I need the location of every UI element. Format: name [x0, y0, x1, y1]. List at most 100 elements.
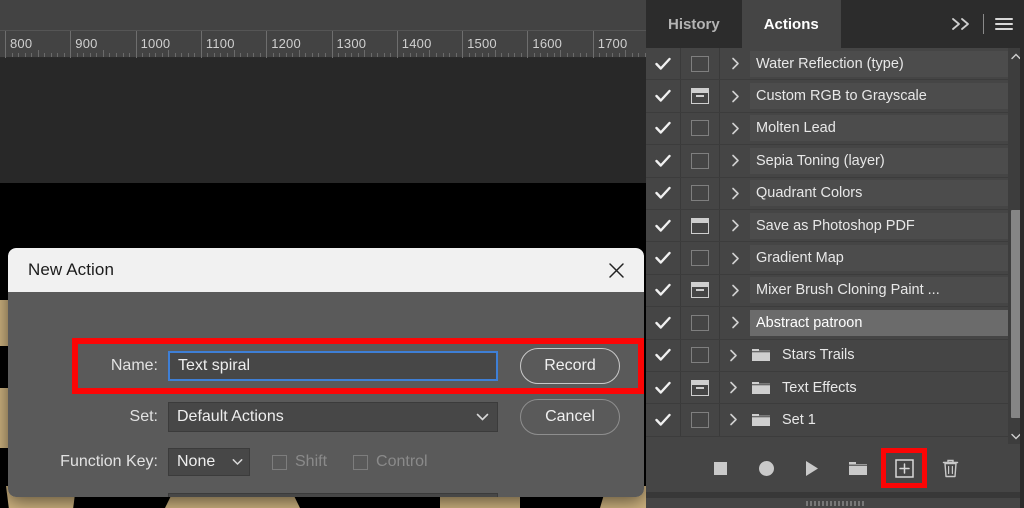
ruler-minor-tick: [520, 53, 522, 57]
action-dialog-toggle[interactable]: [680, 145, 720, 177]
new-set-button[interactable]: [835, 448, 881, 488]
expand-chevrons-icon[interactable]: [951, 17, 973, 31]
action-dialog-toggle[interactable]: [680, 242, 720, 274]
record-button[interactable]: Record: [520, 348, 620, 384]
control-checkbox[interactable]: [353, 454, 369, 470]
action-enable-checkbox[interactable]: [646, 219, 680, 233]
expand-chevron-icon[interactable]: [720, 413, 746, 426]
action-row[interactable]: Sepia Toning (layer): [646, 145, 1024, 178]
expand-chevron-icon[interactable]: [720, 57, 750, 70]
action-row-label: Stars Trails: [782, 347, 855, 364]
stop-button[interactable]: [697, 448, 743, 488]
action-enable-checkbox[interactable]: [646, 251, 680, 265]
ruler-minor-tick: [631, 53, 633, 57]
ruler-minor-tick: [31, 53, 33, 57]
ruler-minor-tick: [351, 53, 353, 57]
tab-history[interactable]: History: [646, 0, 742, 48]
action-dialog-toggle[interactable]: [680, 371, 720, 404]
function-key-select[interactable]: None: [168, 448, 250, 476]
action-enable-checkbox[interactable]: [646, 121, 680, 135]
cancel-button[interactable]: Cancel: [520, 399, 620, 435]
actions-list[interactable]: Water Reflection (type) Custom RGB to Gra…: [646, 48, 1024, 444]
ruler-minor-tick: [116, 53, 117, 57]
ruler-minor-tick: [187, 53, 189, 57]
dialog-body: Name: Record Set: Default Actions: [8, 292, 644, 497]
expand-chevron-icon[interactable]: [720, 122, 750, 135]
action-enable-checkbox[interactable]: [646, 57, 680, 71]
action-dialog-toggle[interactable]: [680, 80, 720, 112]
shift-label: Shift: [295, 453, 328, 470]
expand-chevron-icon[interactable]: [720, 316, 750, 329]
action-enable-checkbox[interactable]: [646, 413, 680, 427]
action-dialog-toggle[interactable]: [680, 48, 720, 80]
record-icon: [758, 460, 774, 476]
action-row[interactable]: Abstract patroon: [646, 307, 1024, 340]
ruler-minor-tick: [253, 53, 255, 57]
ruler-label: 1500: [467, 36, 497, 51]
action-dialog-toggle[interactable]: [680, 339, 720, 371]
expand-chevron-icon[interactable]: [720, 349, 746, 362]
expand-chevron-icon[interactable]: [720, 284, 750, 297]
play-button[interactable]: [789, 448, 835, 488]
action-row-label: Set 1: [782, 411, 816, 428]
expand-chevron-icon[interactable]: [720, 219, 750, 232]
ruler-minor-tick: [233, 50, 235, 57]
action-row[interactable]: Water Reflection (type): [646, 48, 1024, 81]
action-enable-checkbox[interactable]: [646, 283, 680, 297]
expand-chevron-icon[interactable]: [720, 187, 750, 200]
close-icon[interactable]: [602, 256, 630, 284]
action-dialog-toggle[interactable]: [680, 307, 720, 339]
action-row-label: Save as Photoshop PDF: [750, 212, 1010, 239]
action-row[interactable]: Quadrant Colors: [646, 177, 1024, 210]
stop-icon: [713, 461, 727, 475]
ruler-minor-tick: [579, 53, 581, 57]
action-dialog-toggle[interactable]: [680, 404, 720, 436]
name-input[interactable]: [168, 351, 498, 381]
action-row[interactable]: Gradient Map: [646, 242, 1024, 275]
horizontal-ruler[interactable]: 800 900 1000 1100 1200 1300 1400 1500 1600 1700: [0, 30, 646, 59]
action-enable-checkbox[interactable]: [646, 348, 680, 362]
action-row[interactable]: Set 1: [646, 404, 1024, 437]
ruler-minor-tick: [612, 53, 614, 57]
action-enable-checkbox[interactable]: [646, 89, 680, 103]
ruler-minor-tick: [553, 53, 555, 57]
play-icon: [806, 460, 818, 476]
expand-chevron-icon[interactable]: [720, 381, 746, 394]
ruler-minor-tick: [481, 53, 483, 57]
panel-menu-icon[interactable]: [994, 16, 1014, 32]
action-row[interactable]: Text Effects: [646, 371, 1024, 405]
action-enable-checkbox[interactable]: [646, 154, 680, 168]
record-button[interactable]: [743, 448, 789, 488]
action-dialog-toggle[interactable]: [680, 177, 720, 209]
action-row[interactable]: Stars Trails: [646, 339, 1024, 372]
action-row[interactable]: Molten Lead: [646, 112, 1024, 146]
new-action-button[interactable]: [881, 448, 927, 488]
dialog-toggle-box-icon: [691, 217, 709, 234]
action-row-label: Text Effects: [782, 379, 857, 396]
delete-button[interactable]: [927, 448, 973, 488]
ruler-minor-tick: [599, 53, 601, 57]
color-select[interactable]: None: [168, 493, 498, 497]
action-enable-checkbox[interactable]: [646, 381, 680, 395]
panel-resize-grip[interactable]: [646, 498, 1024, 508]
action-row[interactable]: Mixer Brush Cloning Paint ...: [646, 274, 1024, 308]
ruler-minor-tick: [560, 50, 562, 57]
ruler-minor-tick: [207, 53, 209, 57]
expand-chevron-icon[interactable]: [720, 252, 750, 265]
dialog-titlebar[interactable]: New Action: [8, 248, 644, 292]
action-row[interactable]: Custom RGB to Grayscale: [646, 80, 1024, 113]
tab-actions[interactable]: Actions: [741, 0, 841, 48]
action-row[interactable]: Save as Photoshop PDF: [646, 209, 1024, 243]
expand-chevron-icon[interactable]: [720, 154, 750, 167]
check-icon: [655, 381, 671, 394]
action-dialog-toggle[interactable]: [680, 274, 720, 307]
ruler-minor-tick: [311, 53, 313, 57]
action-enable-checkbox[interactable]: [646, 186, 680, 200]
action-dialog-toggle[interactable]: [680, 209, 720, 242]
set-select[interactable]: Default Actions: [168, 402, 498, 432]
folder-icon: [746, 380, 776, 396]
shift-checkbox[interactable]: [272, 454, 287, 470]
expand-chevron-icon[interactable]: [720, 90, 750, 103]
action-dialog-toggle[interactable]: [680, 112, 720, 145]
action-enable-checkbox[interactable]: [646, 316, 680, 330]
